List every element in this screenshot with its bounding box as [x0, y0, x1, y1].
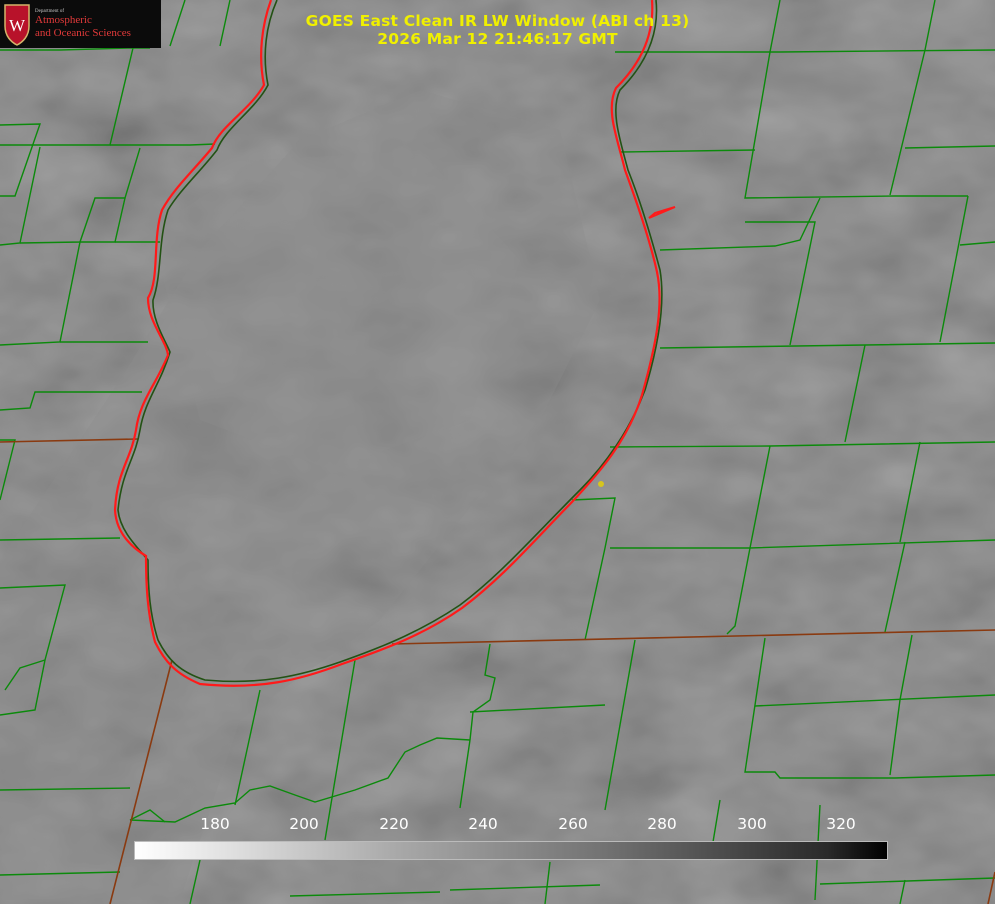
colorbar-tick-label: 220 — [379, 815, 409, 833]
city-marker — [598, 481, 604, 487]
colorbar-tick-label: 300 — [737, 815, 767, 833]
colorbar-tick-label: 200 — [289, 815, 319, 833]
colorbar-tick-label: 260 — [558, 815, 588, 833]
colorbar-tick-label: 240 — [468, 815, 498, 833]
colorbar-tick-label: 320 — [826, 815, 856, 833]
colorbar-tick-label: 280 — [647, 815, 677, 833]
colorbar-gradient — [134, 841, 888, 860]
satellite-map — [0, 0, 995, 904]
image-title: GOES East Clean IR LW Window (ABI ch 13) — [305, 12, 690, 30]
colorbar-tick-label: 180 — [200, 815, 230, 833]
image-timestamp: 2026 Mar 12 21:46:17 GMT — [377, 30, 618, 48]
